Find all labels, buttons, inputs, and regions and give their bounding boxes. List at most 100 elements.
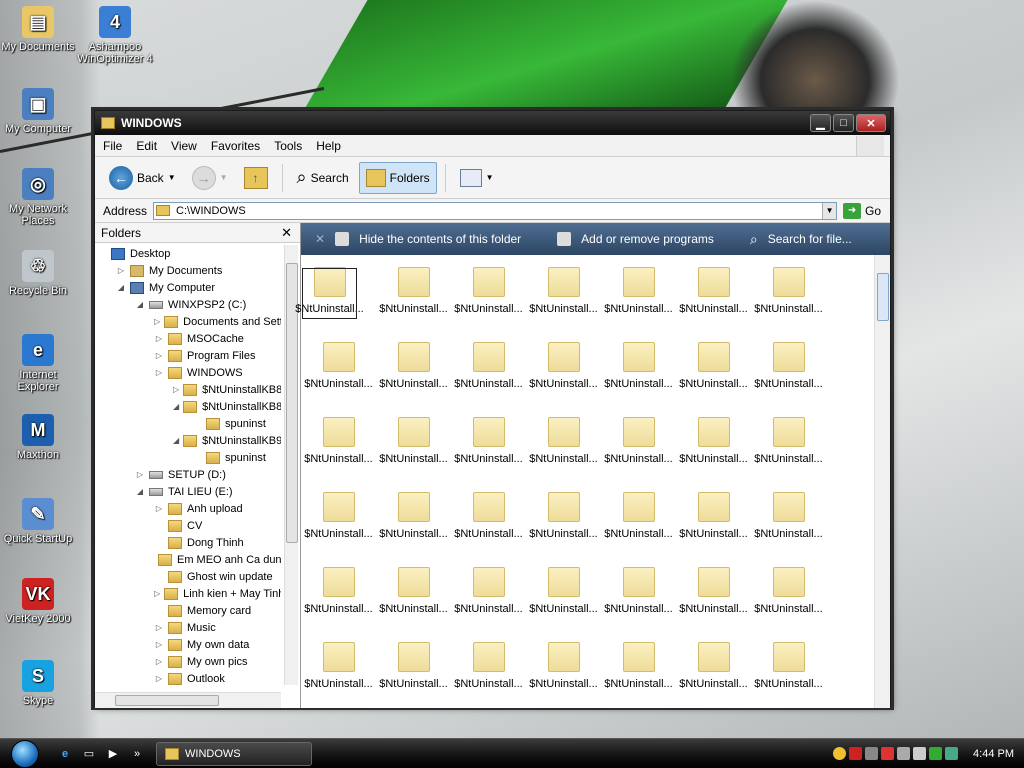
folder-item[interactable]: $NtUninstall... — [601, 417, 676, 470]
folder-item[interactable]: $NtUninstall... — [526, 642, 601, 695]
tree-toggle-icon[interactable]: ▷ — [154, 334, 164, 343]
up-folder-button[interactable]: ↑ — [238, 162, 274, 194]
folder-item[interactable]: $NtUninstall... — [451, 492, 526, 545]
tree-toggle-icon[interactable]: ▷ — [154, 623, 164, 632]
messenger-icon[interactable] — [833, 747, 847, 760]
show-desktop-icon[interactable]: ▭ — [80, 745, 98, 763]
desktop-icon[interactable]: ▣ My Computer — [0, 88, 78, 135]
maximize-button[interactable]: □ — [833, 114, 854, 132]
tree-node[interactable]: ▷ Outlook — [95, 670, 281, 685]
menu-favorites[interactable]: Favorites — [211, 139, 260, 153]
back-button[interactable]: ← Back ▼ — [103, 162, 182, 194]
media-player-icon[interactable]: ▶ — [104, 745, 122, 763]
folder-item[interactable]: $NtUninstall... — [751, 267, 826, 320]
tree-toggle-icon[interactable]: ▷ — [135, 470, 145, 479]
folder-item[interactable]: $NtUninstall... — [601, 567, 676, 620]
folder-item[interactable]: $NtUninstall... — [376, 342, 451, 395]
go-button[interactable]: ➜ Go — [843, 202, 881, 219]
hide-contents-link[interactable]: ✕ Hide the contents of this folder — [315, 232, 521, 246]
add-remove-programs-link[interactable]: Add or remove programs — [557, 232, 714, 246]
folder-item[interactable]: $NtUninstall... — [451, 642, 526, 695]
search-files-link[interactable]: ⌕ Search for file... — [750, 231, 852, 248]
folder-item[interactable]: $NtUninstall... — [601, 642, 676, 695]
minimize-button[interactable]: ▁ — [810, 114, 831, 132]
tree-toggle-icon[interactable]: ▷ — [154, 674, 164, 683]
desktop-icon[interactable]: e Internet Explorer — [0, 334, 78, 393]
tree-node[interactable]: ◢ My Computer — [95, 279, 281, 296]
tree-node[interactable]: ▷ My own data — [95, 636, 281, 653]
folder-item[interactable]: $NtUninstall... — [451, 342, 526, 395]
tree-toggle-icon[interactable]: ▷ — [154, 640, 164, 649]
tree-node[interactable]: spuninst — [95, 449, 281, 466]
folder-item[interactable]: $NtUninstall... — [751, 417, 826, 470]
safely-remove-icon[interactable] — [897, 747, 911, 760]
folder-item[interactable]: $NtUninstall... — [376, 267, 451, 320]
quick-launch-overflow-icon[interactable]: » — [128, 745, 146, 763]
tree-node[interactable]: ▷ Anh upload — [95, 500, 281, 517]
folder-item[interactable]: $NtUninstall... — [601, 492, 676, 545]
update-check-icon[interactable] — [929, 747, 943, 760]
clock[interactable]: 4:44 PM — [973, 748, 1014, 760]
tree-node[interactable]: ◢ $NtUninstallKB89! — [95, 398, 281, 415]
tree-node[interactable]: ◢ WINXPSP2 (C:) — [95, 296, 281, 313]
tree-toggle-icon[interactable]: ◢ — [135, 487, 145, 496]
volume-icon[interactable] — [913, 747, 927, 760]
folder-item[interactable]: $NtUninstall... — [526, 492, 601, 545]
tree-toggle-icon[interactable]: ▷ — [154, 368, 164, 377]
tree-node[interactable]: ◢ TAI LIEU (E:) — [95, 483, 281, 500]
tree-node[interactable]: CV — [95, 517, 281, 534]
tree-node[interactable]: ▷ $NtUninstallKB89€ — [95, 381, 281, 398]
folder-item[interactable]: $NtUninstall... — [526, 567, 601, 620]
network-signal-icon[interactable] — [865, 747, 879, 760]
desktop-icon[interactable]: VK VietKey 2000 — [0, 578, 78, 625]
folder-item[interactable]: $NtUninstall... — [751, 492, 826, 545]
search-button[interactable]: ⌕ Search — [291, 162, 355, 194]
folder-item[interactable]: $NtUninstall... — [301, 642, 376, 695]
folder-item[interactable]: $NtUninstall... — [376, 642, 451, 695]
folder-item[interactable]: $NtUninstall... — [451, 267, 526, 320]
security-alert-icon[interactable] — [881, 747, 895, 760]
folder-item[interactable]: $NtUninstall... — [301, 417, 376, 470]
address-input[interactable]: C:\WINDOWS ▼ — [153, 201, 838, 220]
tree-toggle-icon[interactable]: ◢ — [135, 300, 145, 309]
folder-item[interactable]: $NtUninstall... — [376, 567, 451, 620]
tree-node[interactable]: Dong Thinh — [95, 534, 281, 551]
tree-node[interactable]: Memory card — [95, 602, 281, 619]
folder-item[interactable]: $NtUninstall... — [676, 492, 751, 545]
tree-toggle-icon[interactable]: ▷ — [116, 266, 126, 275]
tree-toggle-icon[interactable]: ▷ — [154, 351, 164, 360]
menu-tools[interactable]: Tools — [274, 139, 302, 153]
tree-toggle-icon[interactable]: ▷ — [154, 317, 160, 326]
tree-toggle-icon[interactable]: ▷ — [154, 589, 160, 598]
folder-item[interactable]: $NtUninstall... — [751, 642, 826, 695]
folder-item[interactable]: $NtUninstall... — [526, 342, 601, 395]
menu-view[interactable]: View — [171, 139, 197, 153]
file-list-vscrollbar[interactable] — [874, 255, 890, 708]
tree-toggle-icon[interactable]: ▷ — [154, 504, 164, 513]
tree-toggle-icon[interactable]: ▷ — [173, 385, 179, 394]
internet-explorer-icon[interactable]: e — [56, 745, 74, 763]
folder-item[interactable]: $NtUninstall... — [451, 567, 526, 620]
folders-button[interactable]: Folders — [358, 161, 437, 194]
tree-toggle-icon[interactable]: ◢ — [173, 402, 179, 411]
folder-item[interactable]: $NtUninstall... — [676, 417, 751, 470]
folder-item[interactable]: $NtUninstall... — [676, 642, 751, 695]
folder-item[interactable]: $NtUninstall... — [751, 342, 826, 395]
tree-node[interactable]: ▷ My Documents — [95, 262, 281, 279]
folder-item[interactable]: $NtUninstall... — [451, 417, 526, 470]
folder-item[interactable]: $NtUninstall... — [601, 342, 676, 395]
folder-item[interactable]: $NtUninstall... — [376, 492, 451, 545]
device-icon[interactable] — [945, 747, 959, 760]
desktop-icon[interactable]: ▤ My Documents — [0, 6, 78, 53]
menu-file[interactable]: File — [103, 139, 122, 153]
folder-item[interactable]: $NtUninstall... — [751, 567, 826, 620]
folder-item[interactable]: $NtUninstall... — [295, 267, 364, 320]
start-button[interactable] — [0, 739, 50, 768]
folder-item[interactable]: $NtUninstall... — [676, 342, 751, 395]
forward-dropdown-icon[interactable]: ▼ — [220, 173, 228, 182]
tree-node[interactable]: ▷ Program Files — [95, 347, 281, 364]
tree-node[interactable]: ▷ SETUP (D:) — [95, 466, 281, 483]
folder-item[interactable]: $NtUninstall... — [376, 417, 451, 470]
title-bar[interactable]: WINDOWS ▁ □ ✕ — [95, 111, 890, 135]
tree-node[interactable]: Em MEO anh Ca dung — [95, 551, 281, 568]
